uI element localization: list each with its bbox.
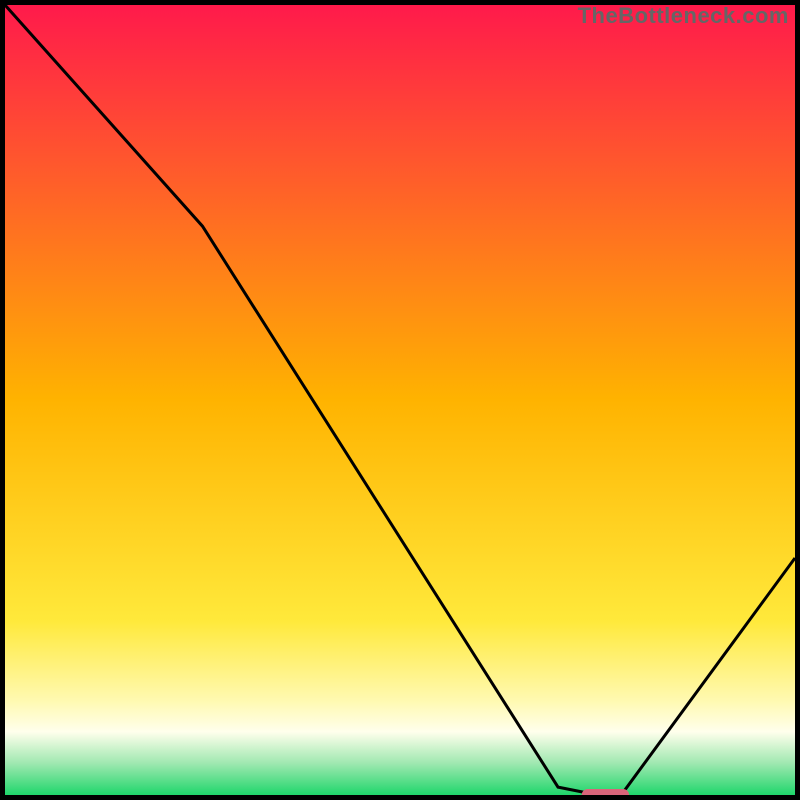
chart-overlay xyxy=(5,5,795,795)
optimal-marker xyxy=(582,789,629,795)
watermark-label: TheBottleneck.com xyxy=(578,3,789,29)
bottleneck-curve xyxy=(5,5,795,795)
chart-frame: TheBottleneck.com xyxy=(0,0,800,800)
